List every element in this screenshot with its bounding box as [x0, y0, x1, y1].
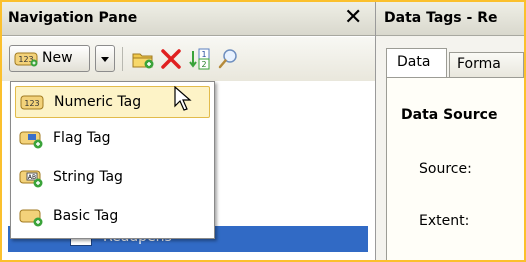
data-tags-header: Data Tags - Re: [376, 2, 524, 36]
close-icon[interactable]: ✕: [344, 5, 362, 31]
menu-item-label: String Tag: [53, 169, 123, 185]
toolbar-separator: [122, 47, 123, 71]
new-numeric-tag-icon: 123: [14, 51, 40, 71]
extent-label: Extent:: [419, 213, 470, 229]
svg-text:123: 123: [24, 99, 39, 108]
tab-label: Data: [397, 54, 431, 70]
tab-data[interactable]: Data: [386, 48, 447, 78]
dropdown-arrow-icon: [101, 57, 109, 62]
source-label: Source:: [419, 161, 472, 177]
sort-icon[interactable]: 1 2: [188, 47, 214, 73]
tab-label: Forma: [457, 56, 501, 72]
svg-text:1: 1: [201, 50, 206, 59]
mouse-cursor-icon: [174, 85, 194, 116]
nav-toolbar: 123 New 1 2: [2, 37, 375, 81]
data-tags-title: Data Tags - Re: [384, 10, 498, 26]
nav-pane-header: Navigation Pane ✕: [2, 2, 375, 36]
find-icon[interactable]: [216, 47, 242, 73]
new-button[interactable]: 123 New: [9, 45, 90, 72]
numeric-tag-icon: 123: [20, 92, 46, 114]
menu-item-label: Numeric Tag: [54, 94, 142, 110]
flag-tag-icon: [19, 128, 45, 150]
new-folder-icon[interactable]: [130, 47, 156, 73]
delete-icon[interactable]: [158, 47, 184, 73]
new-dropdown-button[interactable]: [95, 45, 115, 72]
basic-tag-icon: [19, 206, 45, 228]
menu-item-basic-tag[interactable]: Basic Tag: [15, 201, 210, 233]
section-title: Data Source: [401, 107, 498, 123]
string-tag-icon: AB: [19, 167, 45, 189]
svg-text:2: 2: [201, 60, 206, 69]
new-button-label: New: [42, 50, 73, 66]
menu-item-flag-tag[interactable]: Flag Tag: [15, 123, 210, 155]
nav-pane-title: Navigation Pane: [8, 10, 138, 26]
menu-item-label: Basic Tag: [53, 208, 119, 224]
menu-item-string-tag[interactable]: AB String Tag: [15, 162, 210, 194]
menu-item-label: Flag Tag: [53, 130, 111, 146]
window-frame: Navigation Pane ✕ 123 New 1 2 123 Numeri…: [2, 2, 524, 260]
tab-format[interactable]: Forma: [449, 52, 524, 78]
data-tags-pane: Data Tags - Re Data Forma Data Source So…: [376, 2, 524, 260]
data-tab-panel: Data Source Source: Extent:: [386, 77, 524, 260]
